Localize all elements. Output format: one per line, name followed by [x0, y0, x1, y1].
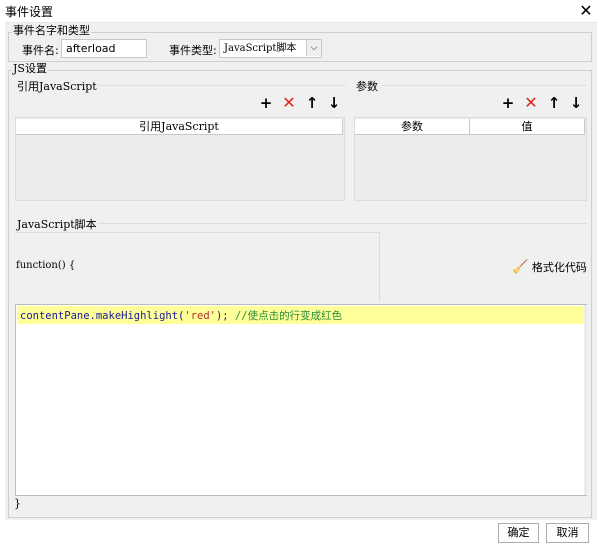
- move-down-ref-icon[interactable]: ↓: [326, 95, 342, 111]
- highlighted-code-line[interactable]: contentPane.makeHighlight('red'); //使点击的…: [17, 306, 585, 324]
- param-column-header-value[interactable]: 值: [470, 119, 585, 135]
- param-table[interactable]: 参数 值: [354, 117, 587, 201]
- param-divider: [382, 85, 587, 86]
- editor-scrollbar-right[interactable]: [584, 305, 587, 495]
- code-editor[interactable]: contentPane.makeHighlight('red'); //使点击的…: [15, 304, 587, 496]
- move-up-ref-icon[interactable]: ↑: [304, 95, 320, 111]
- window-title: 事件设置: [5, 5, 54, 19]
- delete-param-icon[interactable]: ✕: [523, 95, 539, 111]
- chevron-down-icon[interactable]: ⌵: [306, 40, 321, 56]
- function-header: function() {: [16, 260, 76, 271]
- event-group-legend: 事件名字和类型: [12, 24, 91, 37]
- add-ref-icon[interactable]: +: [258, 95, 274, 111]
- ref-js-divider: [98, 85, 346, 86]
- closing-brace: }: [14, 497, 21, 510]
- event-name-label: 事件名:: [22, 44, 59, 57]
- ref-js-table[interactable]: 引用JavaScript: [15, 117, 345, 201]
- ref-js-column-header[interactable]: 引用JavaScript: [16, 119, 343, 135]
- event-name-input[interactable]: afterload: [61, 39, 147, 58]
- format-code-button[interactable]: 🧹 格式化代码: [512, 259, 587, 277]
- close-icon[interactable]: ✕: [576, 1, 596, 21]
- code-close: );: [215, 310, 235, 322]
- delete-ref-icon[interactable]: ✕: [281, 95, 297, 111]
- move-down-param-icon[interactable]: ↓: [568, 95, 584, 111]
- code-object: contentPane.makeHighlight(: [20, 310, 185, 322]
- js-group-legend: JS设置: [12, 62, 48, 75]
- script-divider: [98, 223, 587, 224]
- code-line-1: contentPane.makeHighlight('red'); //使点击的…: [20, 308, 342, 323]
- param-legend: 参数: [356, 80, 378, 93]
- param-column-header-name[interactable]: 参数: [355, 119, 470, 135]
- title-bar: [0, 0, 602, 22]
- cancel-button[interactable]: 取消: [546, 523, 589, 543]
- script-legend: JavaScript脚本: [17, 218, 97, 231]
- move-up-param-icon[interactable]: ↑: [546, 95, 562, 111]
- ok-button[interactable]: 确定: [498, 523, 539, 543]
- code-comment: //使点击的行变成红色: [234, 310, 343, 322]
- event-type-value: JavaScript脚本: [224, 43, 297, 54]
- code-string: 'red': [184, 310, 216, 322]
- ref-js-legend: 引用JavaScript: [17, 80, 97, 93]
- event-type-label: 事件类型:: [169, 44, 217, 57]
- broom-icon: 🧹: [512, 260, 529, 275]
- add-param-icon[interactable]: +: [500, 95, 516, 111]
- event-type-select[interactable]: JavaScript脚本 ⌵: [219, 39, 322, 58]
- format-code-label: 格式化代码: [531, 261, 587, 274]
